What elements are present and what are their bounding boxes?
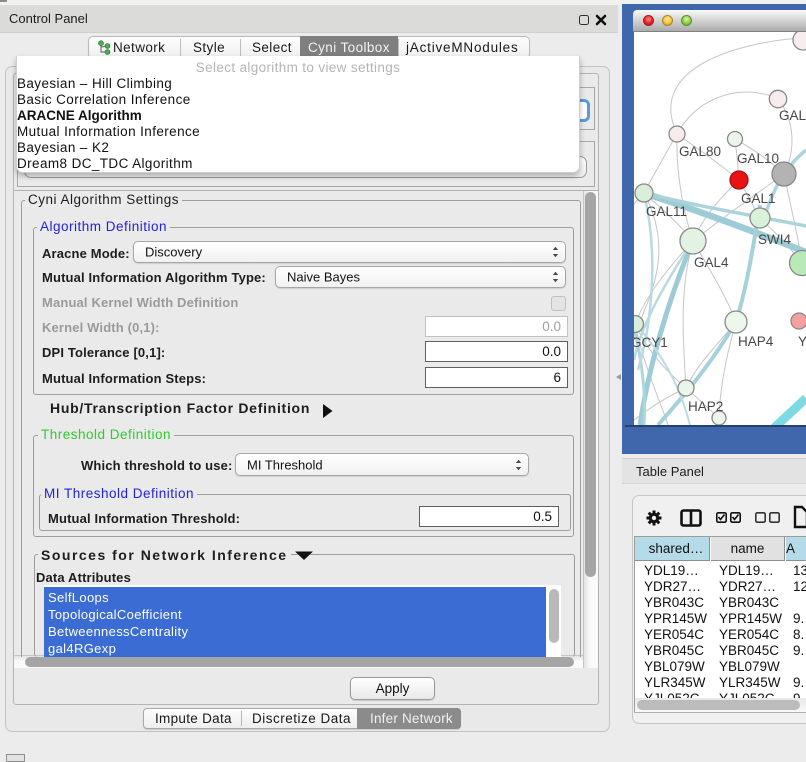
svg-text:GAL4: GAL4 [694, 255, 729, 270]
svg-text:GAL1: GAL1 [741, 191, 776, 206]
svg-text:SWI4: SWI4 [758, 232, 791, 247]
svg-text:YEL: YEL [798, 334, 806, 349]
svg-text:GAL11: GAL11 [646, 204, 687, 219]
svg-text:GAL7: GAL7 [779, 108, 806, 123]
svg-text:GAL80: GAL80 [679, 144, 721, 159]
svg-text:GCY1: GCY1 [634, 335, 668, 350]
svg-text:HAP4: HAP4 [738, 334, 774, 349]
svg-text:GAL10: GAL10 [737, 151, 779, 166]
svg-text:HAP2: HAP2 [688, 399, 723, 414]
